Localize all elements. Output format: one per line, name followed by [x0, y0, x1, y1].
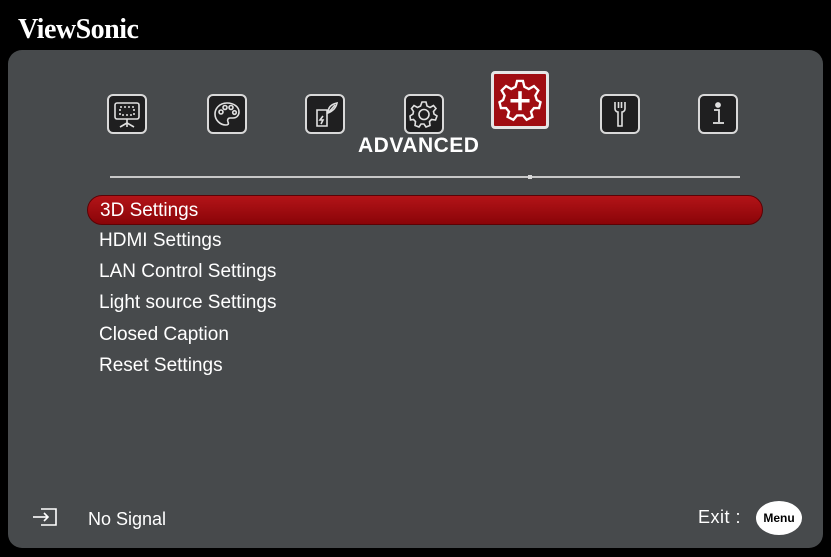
- palette-icon: [214, 102, 240, 126]
- tab-display[interactable]: [107, 94, 147, 134]
- power-icon: [316, 101, 339, 127]
- menu-item-light-source-settings[interactable]: Light source Settings: [87, 288, 763, 318]
- menu-item-hdmi-settings[interactable]: HDMI Settings: [87, 226, 763, 256]
- tab-picture[interactable]: [207, 94, 247, 134]
- display-icon: [114, 102, 140, 128]
- section-title: ADVANCED: [358, 134, 480, 157]
- menu-panel: ADVANCED 3D Settings HDMI Settings LAN C…: [8, 50, 823, 548]
- exit-label: Exit :: [698, 507, 742, 527]
- menu-item-closed-caption[interactable]: Closed Caption: [87, 320, 763, 350]
- menu-item-reset-settings[interactable]: Reset Settings: [87, 351, 763, 381]
- menu-item-3d-settings[interactable]: 3D Settings: [87, 195, 763, 225]
- tab-basic[interactable]: [404, 94, 444, 134]
- tab-information[interactable]: [698, 94, 738, 134]
- tab-advanced[interactable]: [491, 71, 549, 129]
- tab-system[interactable]: [600, 94, 640, 134]
- wrench-icon: [614, 102, 626, 127]
- tab-power[interactable]: [305, 94, 345, 134]
- input-source-icon: [33, 508, 57, 526]
- info-icon: [713, 102, 724, 124]
- menu-item-lan-control-settings[interactable]: LAN Control Settings: [87, 257, 763, 287]
- gear-icon: [409, 101, 438, 128]
- signal-status: No Signal: [88, 509, 167, 529]
- section-divider: [110, 175, 740, 179]
- menu-button[interactable]: Menu: [756, 501, 802, 535]
- brand-logo: ViewSonic: [18, 14, 139, 45]
- advanced-gear-icon: [498, 79, 542, 122]
